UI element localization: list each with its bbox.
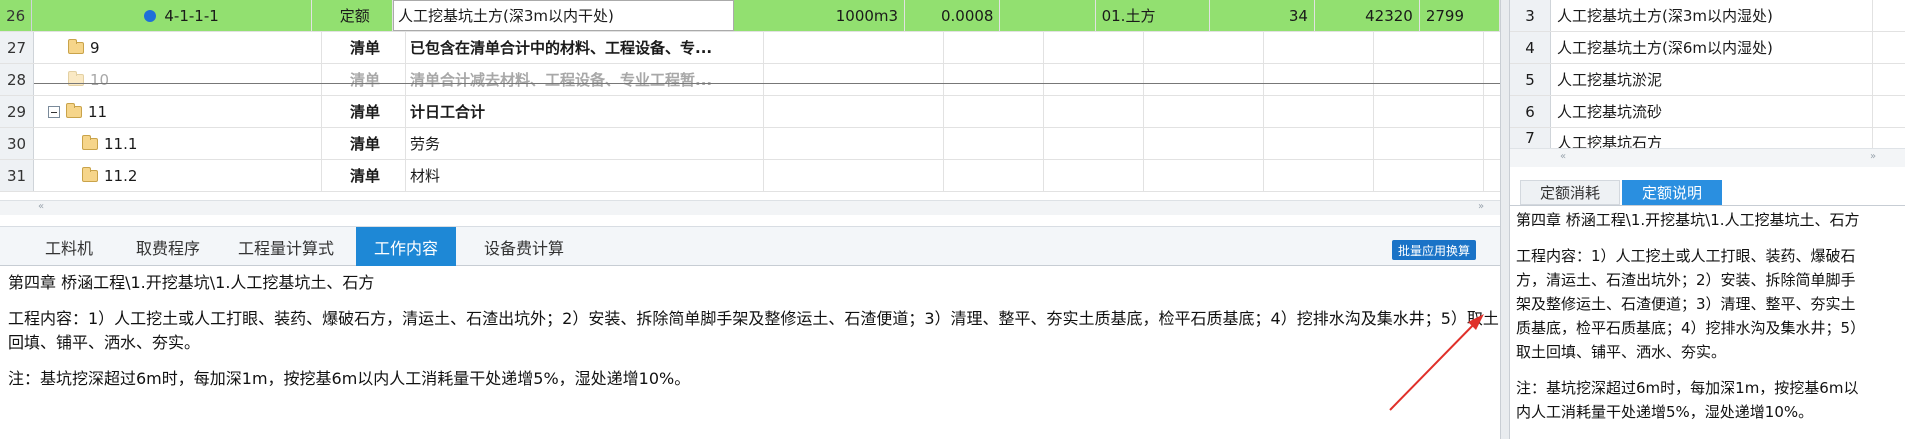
quota-grid: 26 4-1-1-1 定额 人工挖基坑土方(深3m以内干处) 1000m3 0.… bbox=[0, 0, 1500, 200]
row-empty bbox=[1000, 0, 1096, 31]
folder-icon bbox=[68, 38, 84, 54]
scroll-right-icon[interactable]: » bbox=[1870, 151, 1876, 162]
row-name: 材料 bbox=[406, 160, 764, 191]
table-row[interactable]: 28 10 清单 清单合计减去材料、工程设备、专业工程暂... bbox=[0, 64, 1500, 96]
table-row[interactable]: 27 9 清单 已包含在清单合计中的材料、工程设备、专... bbox=[0, 32, 1500, 64]
row-code: 11.1 bbox=[104, 134, 138, 153]
table-row[interactable]: 26 4-1-1-1 定额 人工挖基坑土方(深3m以内干处) 1000m3 0.… bbox=[0, 0, 1500, 32]
row-code: 9 bbox=[90, 38, 100, 57]
tab-fee-procedure[interactable]: 取费程序 bbox=[118, 227, 218, 266]
pane-splitter[interactable] bbox=[1500, 0, 1510, 439]
row-type: 清单 bbox=[322, 128, 406, 159]
quota-dot-icon bbox=[144, 9, 157, 22]
detail-tab-bar: 工料机 取费程序 工程量计算式 工作内容 设备费计算 批量应用换算 bbox=[0, 226, 1500, 266]
row-type: 定额 bbox=[312, 0, 394, 31]
right-horizontal-scrollbar[interactable]: « » bbox=[1510, 148, 1905, 167]
row-number: 27 bbox=[0, 32, 34, 63]
row-code: 11 bbox=[88, 102, 108, 121]
row-code-cell: 11.1 bbox=[34, 128, 322, 159]
work-content-line-2: 回填、铺平、洒水、夯实。 bbox=[8, 333, 201, 352]
right-tab-bar: 定额消耗 定额说明 bbox=[1510, 178, 1905, 206]
row-number: 30 bbox=[0, 128, 34, 159]
row-type: 清单 bbox=[322, 96, 406, 127]
row-name: 劳务 bbox=[406, 128, 764, 159]
list-item[interactable]: 4 人工挖基坑土方(深6m以内湿处) bbox=[1510, 32, 1905, 64]
row-code-cell: 11.2 bbox=[34, 160, 322, 191]
quota-reference-panel: 3 人工挖基坑土方(深3m以内湿处) 4 人工挖基坑土方(深6m以内湿处) 5 … bbox=[1510, 0, 1905, 439]
row-value-1: 34 bbox=[1210, 0, 1315, 31]
scroll-left-icon[interactable]: « bbox=[1560, 151, 1566, 162]
list-item-number: 5 bbox=[1510, 64, 1551, 95]
folder-icon bbox=[82, 134, 98, 150]
tab-quota-consumption[interactable]: 定额消耗 bbox=[1520, 180, 1620, 205]
list-item-number: 6 bbox=[1510, 96, 1551, 127]
right-chapter-path: 第四章 桥涵工程\1.开挖基坑\1.人工挖基坑土、石方 bbox=[1516, 211, 1860, 229]
list-item[interactable]: 6 人工挖基坑流砂 bbox=[1510, 96, 1905, 128]
row-type: 清单 bbox=[322, 32, 406, 63]
right-work-line: 方，清运土、石渣出坑外；2）安装、拆除简单脚手 bbox=[1516, 271, 1856, 289]
right-note-line: 内人工消耗量干处递增5%，湿处递增10%。 bbox=[1516, 403, 1814, 421]
row-code: 11.2 bbox=[104, 166, 138, 185]
list-item-name: 人工挖基坑石方 bbox=[1551, 128, 1873, 152]
list-item[interactable]: 5 人工挖基坑淤泥 bbox=[1510, 64, 1905, 96]
row-number: 31 bbox=[0, 160, 34, 191]
row-number: 29 bbox=[0, 96, 34, 127]
tab-work-content[interactable]: 工作内容 bbox=[356, 227, 456, 266]
row-code: 4-1-1-1 bbox=[164, 6, 219, 25]
row-number: 26 bbox=[0, 0, 33, 31]
row-code-cell: 10 bbox=[34, 64, 322, 95]
list-item-name: 人工挖基坑土方(深6m以内湿处) bbox=[1551, 32, 1873, 63]
tab-materials[interactable]: 工料机 bbox=[28, 227, 110, 266]
folder-icon bbox=[66, 102, 82, 118]
work-content-panel: 第四章 桥涵工程\1.开挖基坑\1.人工挖基坑土、石方 工程内容：1）人工挖土或… bbox=[0, 267, 1500, 439]
list-item-number: 7 bbox=[1510, 128, 1551, 148]
table-row[interactable]: 29 11 清单 计日工合计 bbox=[0, 96, 1500, 128]
main-pane: 26 4-1-1-1 定额 人工挖基坑土方(深3m以内干处) 1000m3 0.… bbox=[0, 0, 1500, 439]
tab-equipment-fee[interactable]: 设备费计算 bbox=[464, 227, 584, 266]
tab-quota-description[interactable]: 定额说明 bbox=[1622, 180, 1722, 205]
right-work-line: 工程内容：1）人工挖土或人工打眼、装药、爆破石 bbox=[1516, 247, 1856, 265]
table-row[interactable]: 31 11.2 清单 材料 bbox=[0, 160, 1500, 192]
list-item[interactable]: 7 人工挖基坑石方 bbox=[1510, 128, 1905, 152]
right-note-line: 注：基坑挖深超过6m时，每加深1m，按挖基6m以 bbox=[1516, 379, 1859, 397]
row-category: 01.土方 bbox=[1096, 0, 1211, 31]
row-value-3: 2799 bbox=[1420, 0, 1500, 31]
tab-quantity-formula[interactable]: 工程量计算式 bbox=[226, 227, 346, 266]
row-value-2: 42320 bbox=[1315, 0, 1420, 31]
row-code-cell: 4-1-1-1 bbox=[32, 0, 312, 31]
list-item[interactable]: 3 人工挖基坑土方(深3m以内湿处) bbox=[1510, 0, 1905, 32]
scroll-left-icon[interactable]: « bbox=[38, 201, 44, 212]
work-content-line-1: 工程内容：1）人工挖土或人工打眼、装药、爆破石方，清运土、石渣出坑外；2）安装、… bbox=[8, 309, 1499, 328]
scroll-right-icon[interactable]: » bbox=[1478, 201, 1484, 212]
row-qty: 0.0008 bbox=[905, 0, 1001, 31]
row-type: 清单 bbox=[322, 160, 406, 191]
row-code-cell: 11 bbox=[34, 96, 322, 127]
list-item-number: 3 bbox=[1510, 0, 1551, 31]
row-name-editor[interactable]: 人工挖基坑土方(深3m以内干处) bbox=[393, 0, 734, 31]
right-work-line: 架及整修运土、石渣便道；3）清理、整平、夯实土 bbox=[1516, 295, 1856, 313]
row-type: 清单 bbox=[322, 64, 406, 95]
right-work-line: 质基底，检平石质基底；4）挖排水沟及集水井；5） bbox=[1516, 319, 1866, 337]
row-number: 28 bbox=[0, 64, 34, 95]
row-unit: 1000m3 bbox=[734, 0, 906, 31]
row-name: 已包含在清单合计中的材料、工程设备、专... bbox=[406, 32, 764, 63]
list-item-name: 人工挖基坑流砂 bbox=[1551, 96, 1873, 127]
row-code-cell: 9 bbox=[34, 32, 322, 63]
collapse-toggle-icon[interactable] bbox=[48, 105, 60, 118]
batch-apply-button[interactable]: 批量应用换算 bbox=[1392, 240, 1477, 260]
list-item-number: 4 bbox=[1510, 32, 1551, 63]
row-code: 10 bbox=[90, 70, 110, 89]
row-name: 计日工合计 bbox=[406, 96, 764, 127]
row-name: 清单合计减去材料、工程设备、专业工程暂... bbox=[406, 64, 764, 95]
list-item-name: 人工挖基坑淤泥 bbox=[1551, 64, 1873, 95]
right-work-line: 取土回填、铺平、洒水、夯实。 bbox=[1516, 343, 1727, 361]
list-item-name: 人工挖基坑土方(深3m以内湿处) bbox=[1551, 0, 1873, 31]
strikethrough-line bbox=[34, 83, 1500, 84]
horizontal-scrollbar[interactable]: « » bbox=[0, 200, 1500, 215]
table-row[interactable]: 30 11.1 清单 劳务 bbox=[0, 128, 1500, 160]
folder-icon bbox=[82, 166, 98, 182]
note-text: 注：基坑挖深超过6m时，每加深1m，按挖基6m以内人工消耗量干处递增5%，湿处递… bbox=[8, 369, 691, 388]
chapter-path: 第四章 桥涵工程\1.开挖基坑\1.人工挖基坑土、石方 bbox=[8, 273, 375, 292]
